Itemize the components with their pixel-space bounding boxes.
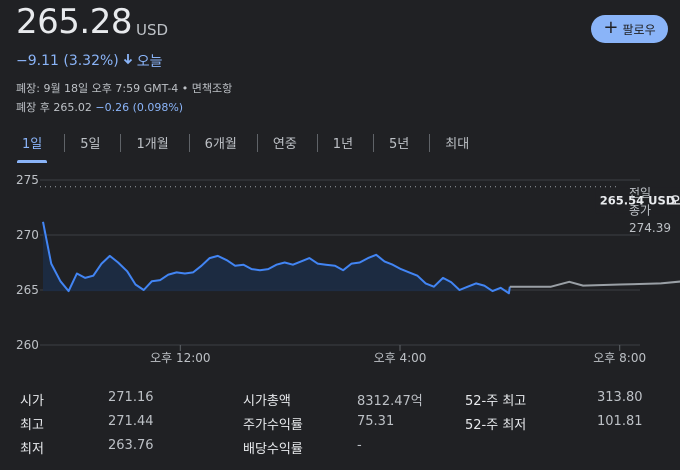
x-tick-label: 오후 8:00 — [593, 351, 646, 365]
arrow-down-icon — [123, 53, 133, 69]
stat-label: 배당수익률 — [243, 442, 303, 457]
y-tick-label: 265 — [16, 283, 39, 297]
price-change: −9.11 (3.32%) 오늘 — [16, 51, 163, 71]
range-tabs: 1일 5일 1개월 6개월 연중 1년 5년 최대 — [14, 131, 469, 163]
price-change-value: −9.11 (3.32%) — [16, 53, 119, 69]
after-hours-line — [509, 280, 680, 288]
tab-max[interactable]: 최대 — [445, 131, 469, 157]
currency-label: USD — [136, 21, 169, 39]
change-period: 오늘 — [136, 54, 163, 70]
prev-close-label: 전일 — [629, 186, 651, 200]
stat-label: 시가 — [20, 394, 44, 409]
stat-label: 시가총액 — [243, 394, 291, 409]
plus-icon: + — [603, 17, 619, 38]
y-tick-label: 260 — [16, 338, 39, 352]
stat-label: 최고 — [20, 418, 44, 433]
tab-5y[interactable]: 5년 — [389, 131, 409, 157]
tab-ytd[interactable]: 연중 — [273, 131, 297, 157]
stat-value: 313.80 — [597, 390, 643, 405]
prev-close-label: 종가 — [629, 204, 651, 218]
tab-1d[interactable]: 1일 — [16, 131, 48, 163]
stat-value: 271.44 — [108, 414, 154, 429]
tab-1y[interactable]: 1년 — [333, 131, 353, 157]
stat-label: 최저 — [20, 442, 44, 457]
y-tick-label: 275 — [16, 173, 39, 187]
tooltip-time: 오후 7:10 — [670, 194, 680, 208]
tab-1m[interactable]: 1개월 — [136, 131, 168, 157]
tab-6m[interactable]: 6개월 — [205, 131, 237, 157]
stat-value: 263.76 — [108, 438, 154, 453]
x-tick-label: 오후 4:00 — [374, 351, 427, 365]
stat-value: 8312.47억 — [357, 394, 423, 409]
after-hours-price: 265.02 — [53, 101, 92, 114]
prev-close-label: 274.39 — [629, 221, 671, 235]
tab-5d[interactable]: 5일 — [80, 131, 100, 157]
y-tick-label: 270 — [16, 228, 39, 242]
follow-button[interactable]: + 팔로우 — [591, 15, 668, 43]
follow-button-label: 팔로우 — [622, 22, 656, 37]
after-hours-label: 폐장 후 — [16, 101, 50, 114]
key-stats: 시가 271.16 시가총액 8312.47억 52-주 최고 313.80 최… — [0, 380, 680, 470]
stock-price: 265.28 — [16, 2, 132, 42]
market-close-info: 폐장: 9월 18일 오후 7:59 GMT-4 • 면책조항 — [16, 82, 233, 95]
after-hours-change: −0.26 (0.098%) — [95, 101, 184, 114]
stat-value: 75.31 — [357, 414, 395, 429]
stat-value: 271.16 — [108, 390, 154, 405]
stat-value: 101.81 — [597, 414, 643, 429]
x-tick-label: 오후 12:00 — [150, 351, 210, 365]
stat-label: 52-주 최저 — [465, 418, 527, 433]
price-chart[interactable]: 275270265260오후 12:00 오후 4:00 오후 8:00 265.5… — [0, 165, 680, 370]
stat-value: - — [357, 438, 362, 453]
stat-label: 52-주 최고 — [465, 394, 527, 409]
stat-label: 주가수익률 — [243, 418, 303, 433]
after-hours-info: 폐장 후 265.02 −0.26 (0.098%) — [16, 99, 183, 115]
